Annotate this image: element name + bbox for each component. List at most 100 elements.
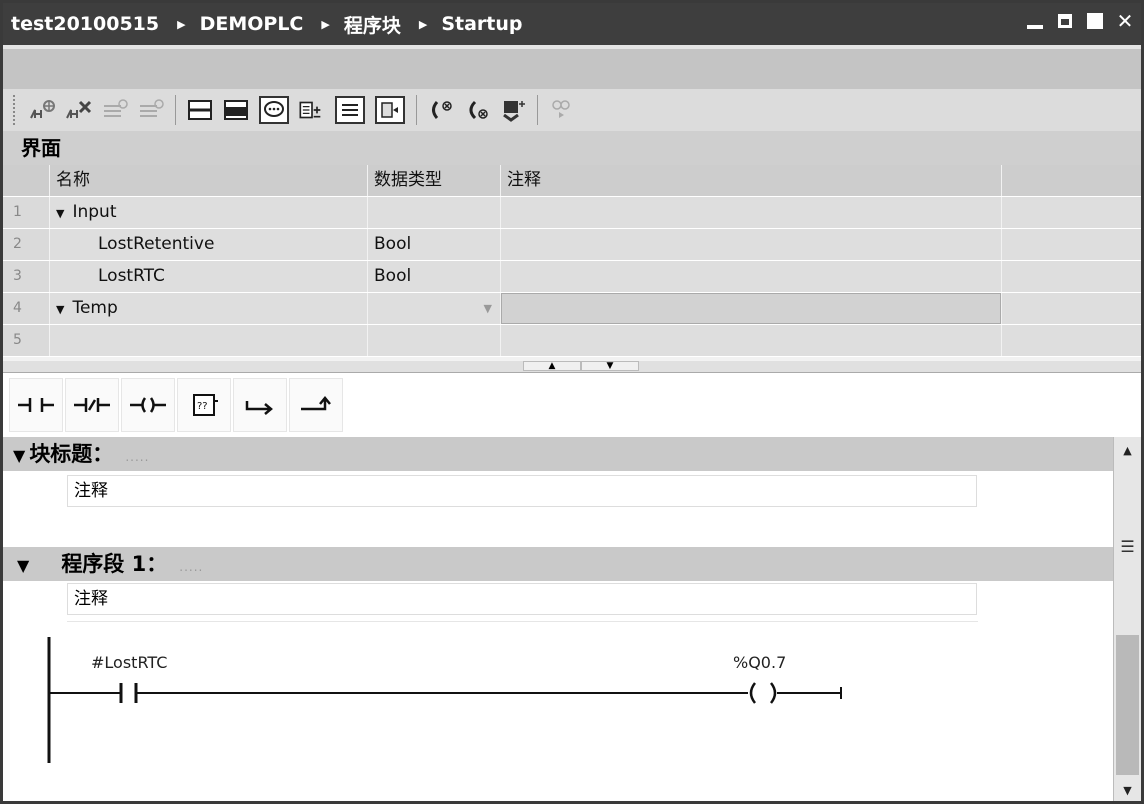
type-dropdown[interactable]: ▼ <box>368 293 500 324</box>
vertical-scrollbar[interactable]: ▲ ☰ ▼ <box>1113 437 1141 801</box>
show-favorites-icon[interactable] <box>335 96 365 124</box>
table-row[interactable]: 1 ▼ Input <box>3 197 1141 229</box>
favorites-icon[interactable] <box>375 96 405 124</box>
name-cell[interactable]: LostRTC <box>50 261 367 292</box>
empty-box-icon[interactable]: ?? <box>177 378 231 432</box>
splitter-bar[interactable]: ▲ ▼ <box>3 361 1141 373</box>
table-row[interactable]: 5 <box>3 325 1141 357</box>
monitor-icon[interactable] <box>497 94 529 126</box>
contact-operand[interactable]: #LostRTC <box>91 653 167 672</box>
comment-cell[interactable] <box>501 229 1001 260</box>
expand-all-icon[interactable] <box>220 94 252 126</box>
name-cell[interactable] <box>50 325 367 356</box>
block-title-dots[interactable]: ..... <box>125 450 149 464</box>
row-number: 2 <box>3 229 49 260</box>
scroll-up-icon[interactable]: ▲ <box>1114 439 1141 461</box>
breadcrumb-separator-icon: ▶ <box>321 17 330 31</box>
breadcrumb-project[interactable]: test20100515 <box>11 13 159 35</box>
collapse-triangle-icon[interactable]: ▼ <box>13 446 25 465</box>
column-header-name[interactable]: 名称 <box>50 165 367 196</box>
open-branch-icon[interactable] <box>233 378 287 432</box>
block-comment-field[interactable]: 注释 <box>67 475 977 507</box>
extra-cell <box>1002 261 1141 292</box>
maximize-icon[interactable] <box>1085 11 1105 31</box>
monitor-on-off-icon[interactable] <box>546 94 578 126</box>
table-header-row: 名称 数据类型 注释 <box>3 165 1141 197</box>
table-row[interactable]: 4 ▼ Temp ▼ <box>3 293 1141 325</box>
editor-window: test20100515 ▶ DEMOPLC ▶ 程序块 ▶ Startup ✕ <box>0 0 1144 804</box>
expand-triangle-icon[interactable]: ▼ <box>56 294 64 324</box>
interface-table: 名称 数据类型 注释 1 ▼ Input 2 LostRetentive Bool… <box>3 165 1141 357</box>
scroll-thumb[interactable] <box>1116 635 1139 775</box>
breadcrumb-plc[interactable]: DEMOPLC <box>200 13 304 35</box>
splitter-down-icon[interactable]: ▼ <box>581 361 639 371</box>
go-to-error-next-icon[interactable] <box>461 94 493 126</box>
type-cell[interactable]: Bool <box>368 261 500 292</box>
row-name: Temp <box>72 298 118 318</box>
interface-section-title: 界面 <box>3 131 1141 165</box>
svg-text:??: ?? <box>197 401 208 412</box>
header-strip <box>3 45 1141 89</box>
breadcrumb-separator-icon: ▶ <box>177 17 186 31</box>
network-title-dots[interactable]: ..... <box>179 560 203 574</box>
go-to-error-prev-icon[interactable] <box>425 94 457 126</box>
scroll-grip-icon[interactable]: ☰ <box>1114 537 1141 567</box>
toolbar-grip[interactable] <box>13 95 17 125</box>
float-window-icon[interactable] <box>1055 11 1075 31</box>
no-contact-icon[interactable] <box>9 378 63 432</box>
title-bar: test20100515 ▶ DEMOPLC ▶ 程序块 ▶ Startup ✕ <box>3 3 1141 45</box>
type-cell[interactable]: Bool <box>368 229 500 260</box>
close-icon[interactable]: ✕ <box>1115 9 1135 33</box>
row-number: 1 <box>3 197 49 228</box>
type-cell[interactable] <box>368 197 500 228</box>
scroll-down-icon[interactable]: ▼ <box>1114 779 1141 801</box>
collapse-all-icon[interactable] <box>184 94 216 126</box>
insert-network-icon[interactable] <box>27 94 59 126</box>
row-number: 5 <box>3 325 49 356</box>
comment-toggle-icon[interactable] <box>259 96 289 124</box>
window-controls: ✕ <box>1025 9 1135 33</box>
no-contact[interactable] <box>119 683 138 703</box>
comment-cell[interactable] <box>501 325 1001 356</box>
collapse-triangle-icon[interactable]: ▼ <box>17 556 29 575</box>
table-row[interactable]: 3 LostRTC Bool <box>3 261 1141 293</box>
chevron-down-icon[interactable]: ▼ <box>484 293 492 324</box>
name-cell[interactable]: LostRetentive <box>50 229 367 260</box>
table-row[interactable]: 2 LostRetentive Bool <box>3 229 1141 261</box>
splitter-up-icon[interactable]: ▲ <box>523 361 581 371</box>
name-cell[interactable]: ▼ Input <box>50 197 367 228</box>
minimize-icon[interactable] <box>1025 11 1045 31</box>
coil-icon[interactable] <box>121 378 175 432</box>
expand-triangle-icon[interactable]: ▼ <box>56 198 64 228</box>
extra-cell <box>1002 197 1141 228</box>
insert-row-icon[interactable] <box>99 94 131 126</box>
column-header-comment[interactable]: 注释 <box>501 165 1001 196</box>
column-header-type[interactable]: 数据类型 <box>368 165 500 196</box>
type-cell[interactable] <box>368 325 500 356</box>
close-branch-icon[interactable] <box>289 378 343 432</box>
breadcrumb-program-blocks[interactable]: 程序块 <box>344 11 401 38</box>
nc-contact-icon[interactable] <box>65 378 119 432</box>
output-coil[interactable] <box>749 682 777 704</box>
row-number-header <box>3 165 49 196</box>
absolute-operand-icon[interactable] <box>296 94 328 126</box>
comment-cell[interactable] <box>501 261 1001 292</box>
extra-cell <box>1002 293 1141 324</box>
block-title: 块标题： <box>29 442 114 466</box>
lad-instruction-bar: ?? <box>3 373 1141 437</box>
add-row-icon[interactable] <box>135 94 167 126</box>
comment-cell[interactable] <box>501 197 1001 228</box>
row-name: Input <box>72 202 117 222</box>
breadcrumb-block[interactable]: Startup <box>441 13 522 35</box>
network-header[interactable]: ▼ 程序段 1：..... <box>3 547 1113 581</box>
network-title: 程序段 1： <box>61 552 168 576</box>
delete-network-icon[interactable] <box>63 94 95 126</box>
comment-cell[interactable] <box>501 293 1001 324</box>
editor-toolbar <box>3 89 1141 131</box>
network-comment-field[interactable]: 注释 <box>67 583 977 615</box>
row-number: 4 <box>3 293 49 324</box>
splitter-arrows: ▲ ▼ <box>523 361 639 373</box>
name-cell[interactable]: ▼ Temp <box>50 293 367 324</box>
block-title-header[interactable]: ▼ 块标题：..... <box>3 437 1113 471</box>
coil-operand[interactable]: %Q0.7 <box>733 653 786 672</box>
